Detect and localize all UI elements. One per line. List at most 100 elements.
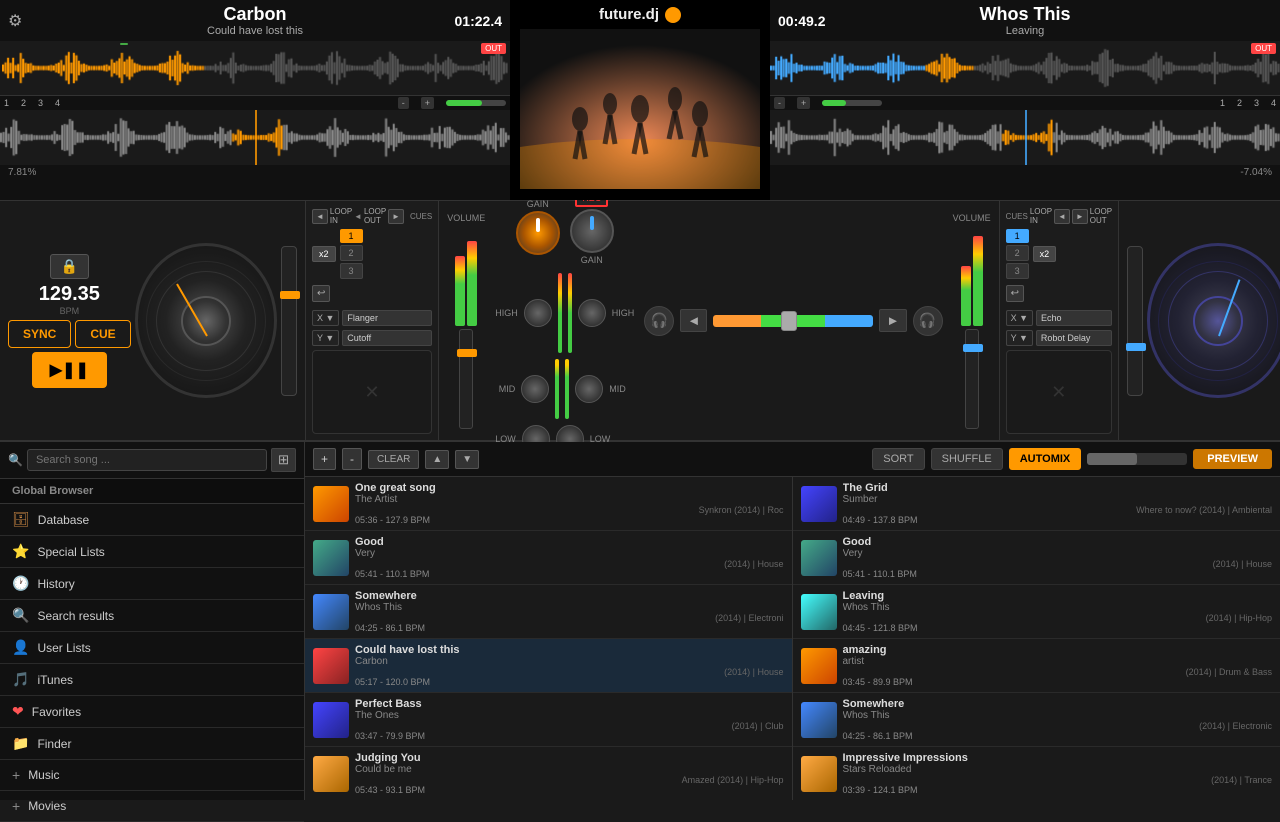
headphone-left[interactable]: 🎧: [644, 306, 674, 336]
sidebar-label-user-lists: User Lists: [37, 641, 90, 655]
song-info: Leaving Whos This (2014) | Hip-Hop 04:45…: [843, 590, 1273, 633]
vu-right: [961, 226, 983, 326]
sidebar-item-itunes[interactable]: 🎵 iTunes: [0, 664, 304, 696]
headphone-right[interactable]: 🎧: [913, 306, 943, 336]
sort-btn[interactable]: SORT: [872, 448, 924, 470]
shuffle-btn[interactable]: SHUFFLE: [931, 448, 1003, 470]
y-right[interactable]: Y ▼: [1006, 330, 1033, 346]
vol-fader-right[interactable]: [965, 329, 979, 429]
eq-high-right[interactable]: [578, 299, 606, 327]
minus-btn[interactable]: -: [342, 448, 362, 470]
preview-btn[interactable]: PREVIEW: [1193, 449, 1272, 469]
cue-2-left[interactable]: 2: [340, 245, 363, 261]
song-artist: The Ones: [355, 710, 784, 721]
song-title: Could have lost this: [355, 644, 784, 656]
song-row[interactable]: Leaving Whos This (2014) | Hip-Hop 04:45…: [793, 585, 1280, 639]
prev-btn[interactable]: ◄: [680, 309, 707, 332]
song-row[interactable]: Good Very (2014) | House 05:41 - 110.1 B…: [305, 531, 792, 585]
song-artist: Could be me: [355, 764, 784, 775]
out-badge-right: OUT: [1251, 43, 1276, 54]
beat-r-1: 1: [1220, 98, 1225, 108]
song-title: Somewhere: [355, 590, 784, 602]
sidebar-item-favorites[interactable]: ❤ Favorites: [0, 696, 304, 728]
x-effect-left: Flanger: [342, 310, 432, 326]
deck-left-title: Carbon: [207, 4, 303, 25]
crossfader-strip[interactable]: [713, 315, 873, 327]
next-btn[interactable]: ►: [879, 309, 906, 332]
sidebar-item-search-results[interactable]: 🔍 Search results: [0, 600, 304, 632]
effect-pad-right[interactable]: ✕: [1006, 350, 1112, 434]
song-row[interactable]: Could have lost this Carbon (2014) | Hou…: [305, 639, 792, 693]
turntable-left[interactable]: [135, 243, 277, 398]
song-meta: (2014) | Electroni: [355, 613, 784, 623]
x2-left[interactable]: x2: [312, 246, 336, 262]
sidebar-item-special-lists[interactable]: ⭐ Special Lists: [0, 536, 304, 568]
y-left[interactable]: Y ▼: [312, 330, 339, 346]
x2-right[interactable]: x2: [1033, 246, 1057, 262]
pitch-slider-right[interactable]: [1127, 246, 1143, 396]
cue-3-left[interactable]: 3: [340, 263, 363, 279]
gain-knob-right[interactable]: [570, 209, 614, 253]
vol-fader-left[interactable]: [459, 329, 473, 429]
sidebar-item-movies[interactable]: + Movies: [0, 791, 304, 822]
vol-minus-left[interactable]: -: [398, 97, 409, 109]
song-row[interactable]: Impressive Impressions Stars Reloaded (2…: [793, 747, 1280, 800]
sync-left[interactable]: SYNC: [8, 320, 71, 348]
song-row[interactable]: Judging You Could be me Amazed (2014) | …: [305, 747, 792, 800]
song-row[interactable]: amazing artist (2014) | Drum & Bass 03:4…: [793, 639, 1280, 693]
loop-back-right[interactable]: ↩: [1006, 285, 1024, 302]
eq-high-left[interactable]: [524, 299, 552, 327]
sidebar-item-history[interactable]: 🕐 History: [0, 568, 304, 600]
sidebar-item-user-lists[interactable]: 👤 User Lists: [0, 632, 304, 664]
vu-left: [455, 226, 477, 326]
sidebar-item-finder[interactable]: 📁 Finder: [0, 728, 304, 760]
song-row[interactable]: One great song The Artist Synkron (2014)…: [305, 477, 792, 531]
vol-plus-right[interactable]: +: [797, 97, 810, 109]
loop-out-left[interactable]: ►: [388, 209, 404, 224]
vol-plus-left[interactable]: +: [421, 97, 434, 109]
search-input[interactable]: [27, 449, 267, 471]
sidebar-label-movies: Movies: [28, 799, 66, 813]
sidebar-item-music[interactable]: + Music: [0, 760, 304, 791]
gain-knob-left[interactable]: [516, 211, 560, 255]
eq-mid-right[interactable]: [575, 375, 603, 403]
cue-3-right[interactable]: 3: [1006, 263, 1029, 279]
song-meta: (2014) | House: [355, 667, 784, 677]
song-row[interactable]: Somewhere Whos This (2014) | Electronic …: [793, 693, 1280, 747]
vol-minus-right[interactable]: -: [774, 97, 785, 109]
sidebar-item-database[interactable]: 🗄 Database: [0, 504, 304, 536]
loop-back-left[interactable]: ↩: [312, 285, 330, 302]
eq-mid-left[interactable]: [521, 375, 549, 403]
turntable-right[interactable]: [1147, 243, 1280, 398]
settings-icon[interactable]: ⚙: [8, 11, 22, 31]
cue-2-right[interactable]: 2: [1006, 245, 1029, 261]
loop-out-right[interactable]: ►: [1072, 209, 1088, 224]
automix-btn[interactable]: AUTOMIX: [1009, 448, 1082, 470]
song-thumbnail: [801, 702, 837, 738]
effect-pad-left[interactable]: ✕: [312, 350, 432, 434]
clear-btn[interactable]: CLEAR: [368, 450, 419, 469]
pitch-slider-left[interactable]: [281, 246, 297, 396]
x-right[interactable]: X ▼: [1006, 310, 1033, 326]
x-effect-right: Echo: [1036, 310, 1112, 326]
song-row[interactable]: Somewhere Whos This (2014) | Electroni 0…: [305, 585, 792, 639]
loop-in-left[interactable]: ◄: [312, 209, 328, 224]
song-row[interactable]: Perfect Bass The Ones (2014) | Club 03:4…: [305, 693, 792, 747]
song-artist: Very: [843, 548, 1273, 559]
loop-in-right[interactable]: ◄: [1054, 209, 1070, 224]
global-browser-label: Global Browser: [0, 479, 304, 504]
beat-3: 3: [38, 98, 43, 108]
cue-left[interactable]: CUE: [75, 320, 130, 348]
lock-left[interactable]: 🔒: [50, 254, 89, 279]
x-left[interactable]: X ▼: [312, 310, 339, 326]
arr-up-btn[interactable]: ▲: [425, 450, 449, 469]
cue-1-left[interactable]: 1: [340, 229, 363, 243]
plus-btn[interactable]: +: [313, 448, 336, 470]
arr-down-btn[interactable]: ▼: [455, 450, 479, 469]
song-row[interactable]: The Grid Sumber Where to now? (2014) | A…: [793, 477, 1280, 531]
song-row[interactable]: Good Very (2014) | House 05:41 - 110.1 B…: [793, 531, 1280, 585]
cue-1-right[interactable]: 1: [1006, 229, 1029, 243]
add-icon[interactable]: ⊞: [271, 448, 296, 472]
vol-strip-bar[interactable]: [1087, 453, 1187, 465]
play-left[interactable]: ▶❚❚: [32, 352, 107, 388]
